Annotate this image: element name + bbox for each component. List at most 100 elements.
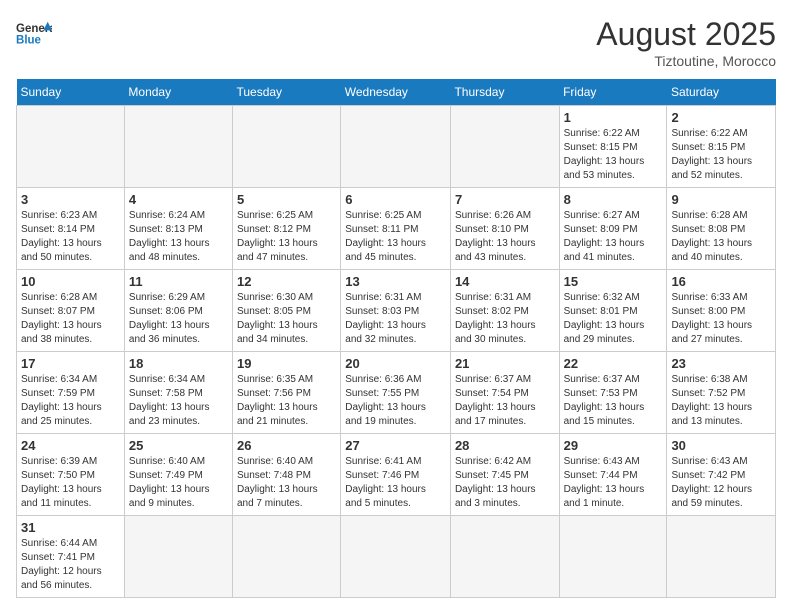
calendar-cell: 13Sunrise: 6:31 AM Sunset: 8:03 PM Dayli…	[341, 270, 451, 352]
calendar-week-3: 17 Sunrise: 6:34 AM Sunset: 7:59 PM Dayli…	[17, 352, 776, 434]
day-info: Sunrise: 6:27 AM Sunset: 8:09 PM Dayligh…	[564, 209, 663, 265]
day-number: 25	[129, 438, 228, 453]
calendar-cell: 17 Sunrise: 6:34 AM Sunset: 7:59 PM Dayli…	[17, 352, 125, 434]
day-info: Sunrise: 6:32 AM Sunset: 8:01 PM Dayligh…	[564, 291, 663, 347]
day-info: Sunrise: 6:30 AM Sunset: 8:05 PM Dayligh…	[237, 291, 336, 347]
day-number: 24	[21, 438, 120, 453]
day-number: 28	[455, 438, 555, 453]
calendar-cell: 23 Sunrise: 6:38 AM Sunset: 7:52 PM Dayli…	[667, 352, 776, 434]
page-header: General Blue August 2025 Tiztoutine, Mor…	[16, 16, 776, 69]
weekday-header-tuesday: Tuesday	[232, 79, 340, 106]
day-number: 18	[129, 356, 228, 371]
location: Tiztoutine, Morocco	[596, 53, 776, 69]
weekday-header-saturday: Saturday	[667, 79, 776, 106]
calendar-cell: 31 Sunrise: 6:44 AM Sunset: 7:41 PM Dayli…	[17, 516, 125, 598]
day-number: 11	[129, 274, 228, 289]
day-info: Sunrise: 6:37 AM Sunset: 7:53 PM Dayligh…	[564, 373, 663, 429]
calendar-cell: 10Sunrise: 6:28 AM Sunset: 8:07 PM Dayli…	[17, 270, 125, 352]
calendar-cell: 2Sunrise: 6:22 AM Sunset: 8:15 PM Daylig…	[667, 106, 776, 188]
day-info: Sunrise: 6:43 AM Sunset: 7:44 PM Dayligh…	[564, 455, 663, 511]
weekday-header-sunday: Sunday	[17, 79, 125, 106]
day-info: Sunrise: 6:34 AM Sunset: 7:59 PM Dayligh…	[21, 373, 120, 429]
weekday-header-friday: Friday	[559, 79, 667, 106]
day-number: 26	[237, 438, 336, 453]
logo: General Blue	[16, 16, 52, 52]
day-info: Sunrise: 6:22 AM Sunset: 8:15 PM Dayligh…	[564, 127, 663, 183]
calendar-cell: 27 Sunrise: 6:41 AM Sunset: 7:46 PM Dayli…	[341, 434, 451, 516]
day-info: Sunrise: 6:25 AM Sunset: 8:12 PM Dayligh…	[237, 209, 336, 265]
day-info: Sunrise: 6:40 AM Sunset: 7:48 PM Dayligh…	[237, 455, 336, 511]
day-info: Sunrise: 6:35 AM Sunset: 7:56 PM Dayligh…	[237, 373, 336, 429]
day-info: Sunrise: 6:37 AM Sunset: 7:54 PM Dayligh…	[455, 373, 555, 429]
calendar-cell	[559, 516, 667, 598]
day-number: 29	[564, 438, 663, 453]
calendar-cell	[232, 106, 340, 188]
calendar-cell	[232, 516, 340, 598]
day-number: 3	[21, 192, 120, 207]
day-info: Sunrise: 6:24 AM Sunset: 8:13 PM Dayligh…	[129, 209, 228, 265]
day-number: 12	[237, 274, 336, 289]
calendar-cell: 24 Sunrise: 6:39 AM Sunset: 7:50 PM Dayli…	[17, 434, 125, 516]
day-number: 22	[564, 356, 663, 371]
day-number: 14	[455, 274, 555, 289]
day-number: 7	[455, 192, 555, 207]
day-info: Sunrise: 6:33 AM Sunset: 8:00 PM Dayligh…	[671, 291, 771, 347]
day-info: Sunrise: 6:41 AM Sunset: 7:46 PM Dayligh…	[345, 455, 446, 511]
calendar-cell: 16 Sunrise: 6:33 AM Sunset: 8:00 PM Dayli…	[667, 270, 776, 352]
calendar-cell	[124, 516, 232, 598]
calendar-cell: 28Sunrise: 6:42 AM Sunset: 7:45 PM Dayli…	[450, 434, 559, 516]
calendar-cell: 14Sunrise: 6:31 AM Sunset: 8:02 PM Dayli…	[450, 270, 559, 352]
day-info: Sunrise: 6:39 AM Sunset: 7:50 PM Dayligh…	[21, 455, 120, 511]
calendar-cell: 20 Sunrise: 6:36 AM Sunset: 7:55 PM Dayli…	[341, 352, 451, 434]
calendar-cell: 18Sunrise: 6:34 AM Sunset: 7:58 PM Dayli…	[124, 352, 232, 434]
day-number: 31	[21, 520, 120, 535]
calendar-cell: 5 Sunrise: 6:25 AM Sunset: 8:12 PM Daylig…	[232, 188, 340, 270]
calendar-cell: 1 Sunrise: 6:22 AM Sunset: 8:15 PM Daylig…	[559, 106, 667, 188]
day-info: Sunrise: 6:31 AM Sunset: 8:03 PM Dayligh…	[345, 291, 446, 347]
day-info: Sunrise: 6:38 AM Sunset: 7:52 PM Dayligh…	[671, 373, 771, 429]
calendar-week-0: 1 Sunrise: 6:22 AM Sunset: 8:15 PM Daylig…	[17, 106, 776, 188]
title-block: August 2025 Tiztoutine, Morocco	[596, 16, 776, 69]
day-info: Sunrise: 6:25 AM Sunset: 8:11 PM Dayligh…	[345, 209, 446, 265]
day-number: 16	[671, 274, 771, 289]
calendar-cell: 8 Sunrise: 6:27 AM Sunset: 8:09 PM Daylig…	[559, 188, 667, 270]
day-number: 15	[564, 274, 663, 289]
svg-text:Blue: Blue	[16, 34, 42, 46]
day-info: Sunrise: 6:36 AM Sunset: 7:55 PM Dayligh…	[345, 373, 446, 429]
calendar-cell	[124, 106, 232, 188]
day-number: 23	[671, 356, 771, 371]
day-number: 10	[21, 274, 120, 289]
calendar-week-5: 31 Sunrise: 6:44 AM Sunset: 7:41 PM Dayli…	[17, 516, 776, 598]
day-number: 30	[671, 438, 771, 453]
day-number: 5	[237, 192, 336, 207]
day-number: 9	[671, 192, 771, 207]
day-info: Sunrise: 6:43 AM Sunset: 7:42 PM Dayligh…	[671, 455, 771, 511]
day-number: 27	[345, 438, 446, 453]
day-info: Sunrise: 6:44 AM Sunset: 7:41 PM Dayligh…	[21, 537, 120, 593]
calendar-cell: 9Sunrise: 6:28 AM Sunset: 8:08 PM Daylig…	[667, 188, 776, 270]
day-info: Sunrise: 6:26 AM Sunset: 8:10 PM Dayligh…	[455, 209, 555, 265]
calendar-week-2: 10Sunrise: 6:28 AM Sunset: 8:07 PM Dayli…	[17, 270, 776, 352]
weekday-header-thursday: Thursday	[450, 79, 559, 106]
calendar-cell	[667, 516, 776, 598]
calendar-week-4: 24 Sunrise: 6:39 AM Sunset: 7:50 PM Dayli…	[17, 434, 776, 516]
day-number: 1	[564, 110, 663, 125]
calendar-cell: 22 Sunrise: 6:37 AM Sunset: 7:53 PM Dayli…	[559, 352, 667, 434]
day-number: 4	[129, 192, 228, 207]
day-info: Sunrise: 6:23 AM Sunset: 8:14 PM Dayligh…	[21, 209, 120, 265]
day-number: 17	[21, 356, 120, 371]
calendar-cell: 26 Sunrise: 6:40 AM Sunset: 7:48 PM Dayli…	[232, 434, 340, 516]
day-info: Sunrise: 6:29 AM Sunset: 8:06 PM Dayligh…	[129, 291, 228, 347]
day-number: 8	[564, 192, 663, 207]
calendar-cell: 7 Sunrise: 6:26 AM Sunset: 8:10 PM Daylig…	[450, 188, 559, 270]
calendar-cell: 4 Sunrise: 6:24 AM Sunset: 8:13 PM Daylig…	[124, 188, 232, 270]
calendar-cell: 25Sunrise: 6:40 AM Sunset: 7:49 PM Dayli…	[124, 434, 232, 516]
calendar-cell	[450, 516, 559, 598]
calendar-cell: 30 Sunrise: 6:43 AM Sunset: 7:42 PM Dayli…	[667, 434, 776, 516]
day-number: 20	[345, 356, 446, 371]
calendar-cell: 29 Sunrise: 6:43 AM Sunset: 7:44 PM Dayli…	[559, 434, 667, 516]
day-number: 2	[671, 110, 771, 125]
calendar-cell: 15 Sunrise: 6:32 AM Sunset: 8:01 PM Dayli…	[559, 270, 667, 352]
calendar-week-1: 3 Sunrise: 6:23 AM Sunset: 8:14 PM Daylig…	[17, 188, 776, 270]
calendar-cell	[341, 516, 451, 598]
